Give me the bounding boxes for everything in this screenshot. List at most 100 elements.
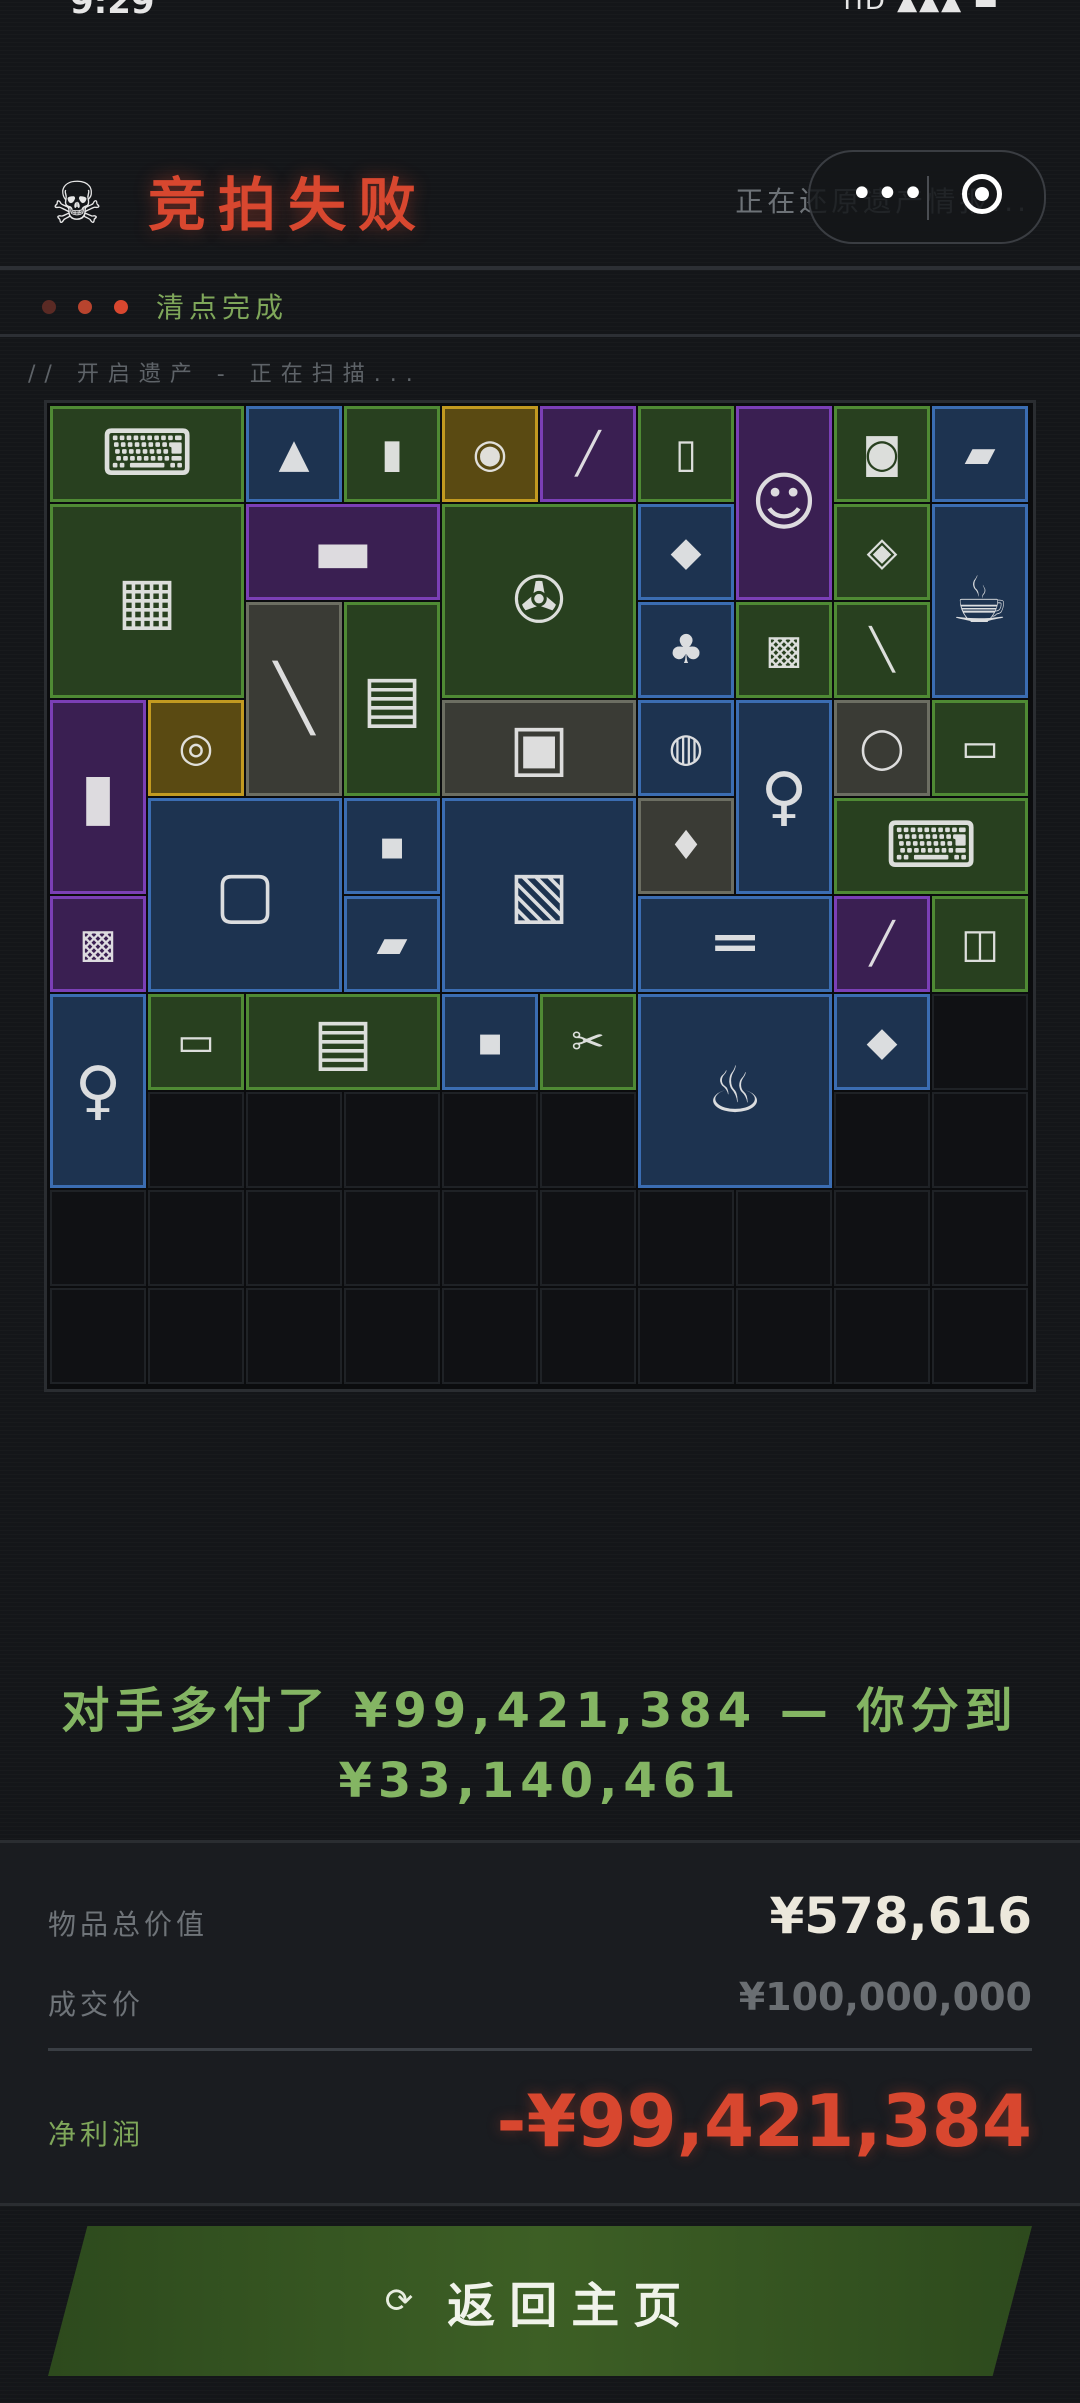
more-menu-icon[interactable]: •••: [850, 174, 927, 214]
inventory-slot: [50, 1190, 146, 1286]
keyboard-2-icon: ⌨: [884, 809, 978, 883]
item-lady-statue-2[interactable]: ♀: [50, 994, 146, 1188]
item-syringe-tool[interactable]: ╲: [246, 602, 342, 796]
inventory-slot: [932, 994, 1028, 1090]
item-smart-clock[interactable]: ▢: [148, 798, 342, 992]
inventory-slot: [344, 1190, 440, 1286]
summary-divider: [48, 2048, 1032, 2051]
scan-text: // 开启遗产 - 正在扫描...: [28, 362, 422, 387]
miniprogram-capsule: •••: [808, 150, 1046, 244]
inventory-slot: [638, 1288, 734, 1384]
inventory-slot: [148, 1092, 244, 1188]
item-sd-card[interactable]: ▪: [344, 798, 440, 894]
item-power-bank-2[interactable]: ▰: [344, 896, 440, 992]
item-graphics-card[interactable]: ▬: [246, 504, 440, 600]
snack-bag-2-icon: ◆: [866, 1019, 898, 1065]
page-title: 竞拍失败: [148, 171, 429, 239]
circuit-board-icon: ▩: [765, 627, 803, 673]
old-map-icon: ▤: [312, 1005, 374, 1079]
inventory-slot: [246, 1288, 342, 1384]
battery-pack-icon: ▮: [380, 431, 403, 477]
fashion-magazine-icon: ▧: [508, 858, 570, 932]
progress-dot-1: [42, 300, 56, 314]
graphics-card-icon: ▬: [312, 515, 374, 589]
result-header: ☠ 竞拍失败 正在还原遗产情报... •••: [0, 120, 1080, 270]
item-keyboard-2[interactable]: ⌨: [834, 798, 1028, 894]
item-lady-statue[interactable]: ♀: [736, 700, 832, 894]
radio-meter-icon: ◎: [178, 725, 214, 771]
inventory-slot: [344, 1288, 440, 1384]
pliers-icon: ✂: [571, 1019, 605, 1065]
item-rifle[interactable]: ═: [638, 896, 832, 992]
medicine-bottle-icon: ▯: [674, 431, 697, 477]
item-flashlight[interactable]: ╱: [540, 406, 636, 502]
item-old-photo[interactable]: ▣: [442, 700, 636, 796]
item-keyboard[interactable]: ⌨: [50, 406, 244, 502]
item-circuit-board[interactable]: ▩: [736, 602, 832, 698]
item-power-supply[interactable]: ✇: [442, 504, 636, 698]
progress-divider: [0, 334, 1080, 337]
item-gps-device[interactable]: ◈: [834, 504, 930, 600]
inventory-slot: [540, 1092, 636, 1188]
item-old-map[interactable]: ▤: [246, 994, 440, 1090]
item-fuel-canister[interactable]: ◍: [638, 700, 734, 796]
screwdriver-icon: ╲: [869, 627, 895, 673]
item-medicine-bottle[interactable]: ▯: [638, 406, 734, 502]
item-energy-bar[interactable]: ▭: [932, 700, 1028, 796]
inventory-slot: [442, 1288, 538, 1384]
item-hard-drive[interactable]: ◫: [932, 896, 1028, 992]
item-chip-board[interactable]: ▩: [50, 896, 146, 992]
item-gingerbread-man[interactable]: ☺: [736, 406, 832, 600]
power-bank-2-icon: ▰: [376, 921, 408, 967]
item-snack-bag-2[interactable]: ◆: [834, 994, 930, 1090]
item-pliers[interactable]: ✂: [540, 994, 636, 1090]
inventory-slot: [736, 1190, 832, 1286]
item-coffee-bag[interactable]: ▮: [50, 700, 146, 894]
item-playing-card[interactable]: ♦: [638, 798, 734, 894]
item-radio-meter[interactable]: ◎: [148, 700, 244, 796]
item-duct-tape[interactable]: ◯: [834, 700, 930, 796]
hard-drive-icon: ◫: [961, 921, 999, 967]
close-miniprogram-icon[interactable]: [962, 174, 1002, 214]
item-snack-bag[interactable]: ◆: [638, 504, 734, 600]
power-bank-icon: ▰: [964, 431, 996, 477]
item-hotel-model[interactable]: ▦: [50, 504, 244, 698]
refresh-icon: ⟳: [384, 2281, 414, 2321]
header-divider: [0, 266, 1080, 270]
chip-board-icon: ▩: [79, 921, 117, 967]
lady-statue-2-icon: ♀: [74, 1054, 122, 1128]
item-battery-pack[interactable]: ▮: [344, 406, 440, 502]
item-triangle-pyramid[interactable]: ▲: [246, 406, 342, 502]
item-sd-card-2[interactable]: ▪: [442, 994, 538, 1090]
item-coffee-jar[interactable]: ◙: [834, 406, 930, 502]
gingerbread-man-icon: ☺: [750, 466, 818, 540]
item-bird-figurine[interactable]: ♣: [638, 602, 734, 698]
inventory-slot: [932, 1190, 1028, 1286]
return-home-button[interactable]: ⟳ 返回主页: [48, 2226, 1032, 2376]
item-gold-coin[interactable]: ◉: [442, 406, 538, 502]
inventory-slot: [932, 1288, 1028, 1384]
inventory-slot: [932, 1092, 1028, 1188]
snack-bag-icon: ◆: [670, 529, 702, 575]
item-energy-bar-2[interactable]: ▭: [148, 994, 244, 1090]
item-screwdriver[interactable]: ╲: [834, 602, 930, 698]
hotel-model-icon: ▦: [116, 564, 178, 638]
item-power-bank[interactable]: ▰: [932, 406, 1028, 502]
item-leather-notebook[interactable]: ▤: [344, 602, 440, 796]
gold-coin-icon: ◉: [472, 431, 508, 477]
deal-price: ¥100,000,000: [738, 1975, 1032, 2019]
keyboard-icon: ⌨: [100, 417, 194, 491]
item-camp-stove[interactable]: ♨: [638, 994, 832, 1188]
verdict-line-1: 对手多付了 ¥99,421,384 — 你分到: [61, 1683, 1019, 1739]
summary-panel: 物品总价值 ¥578,616 成交价 ¥100,000,000 净利润 -¥99…: [0, 1840, 1080, 2206]
item-coffee-maker[interactable]: ☕: [932, 504, 1028, 698]
inventory-slot: [246, 1190, 342, 1286]
leather-notebook-icon: ▤: [361, 662, 423, 736]
item-fashion-magazine[interactable]: ▧: [442, 798, 636, 992]
power-supply-icon: ✇: [512, 564, 566, 638]
item-knife[interactable]: ╱: [834, 896, 930, 992]
inventory-slot: [638, 1190, 734, 1286]
total-value-label: 物品总价值: [48, 1908, 209, 1941]
flashlight-icon: ╱: [575, 431, 601, 477]
syringe-tool-icon: ╲: [274, 662, 314, 736]
